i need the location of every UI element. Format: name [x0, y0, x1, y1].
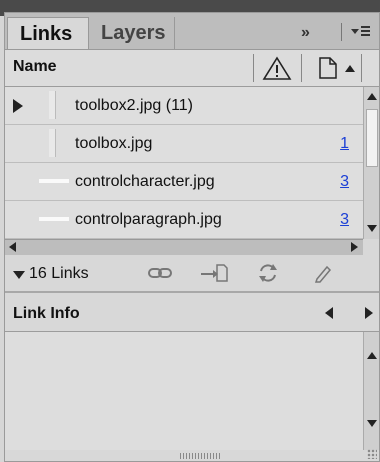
next-link-icon[interactable]: [365, 307, 373, 319]
link-filename: toolbox.jpg: [75, 135, 153, 152]
scroll-down-icon[interactable]: [367, 225, 377, 232]
thumbnail-icon: [39, 217, 69, 221]
column-separator: [301, 54, 302, 82]
column-header: Name: [5, 50, 379, 87]
scroll-up-icon[interactable]: [367, 352, 377, 359]
disclosure-triangle-icon[interactable]: [13, 99, 23, 113]
page-count-link[interactable]: 3: [340, 173, 349, 191]
resize-corner[interactable]: [367, 449, 377, 459]
link-info-body: [5, 332, 363, 450]
list-item[interactable]: controlcharacter.jpg 3: [5, 163, 363, 201]
link-filename: toolbox2.jpg (11): [75, 97, 193, 114]
panel-menu-button[interactable]: [349, 21, 371, 45]
links-toolbar: 16 Links: [5, 255, 379, 293]
expand-panel-button[interactable]: »: [301, 21, 310, 45]
collapse-triangle-icon[interactable]: [13, 271, 25, 279]
list-item[interactable]: toolbox.jpg 1: [5, 125, 363, 163]
sort-button[interactable]: [343, 64, 357, 74]
list-horizontal-scrollbar[interactable]: [5, 239, 363, 255]
list-vertical-scrollbar[interactable]: [363, 87, 379, 239]
link-filename: controlparagraph.jpg: [75, 211, 222, 228]
links-panel: Links Layers » Name toolbox2.jpg (11) to…: [4, 12, 380, 462]
list-item[interactable]: toolbox2.jpg (11): [5, 87, 363, 125]
tab-links[interactable]: Links: [7, 17, 89, 49]
scroll-thumb[interactable]: [366, 109, 378, 167]
thumbnail-icon: [39, 179, 69, 183]
previous-link-icon[interactable]: [325, 307, 333, 319]
chain-link-icon: [148, 268, 172, 278]
relink-icon: [259, 264, 277, 282]
update-link-button[interactable]: [255, 261, 281, 285]
link-filename: controlcharacter.jpg: [75, 173, 215, 190]
links-list: toolbox2.jpg (11) toolbox.jpg 1 controlc…: [5, 87, 363, 239]
page-icon: [319, 57, 337, 79]
scroll-left-icon[interactable]: [9, 242, 16, 252]
scroll-down-icon[interactable]: [367, 420, 377, 427]
tabbar-divider: [341, 23, 342, 41]
scroll-right-icon[interactable]: [351, 242, 358, 252]
panel-tab-bar: Links Layers »: [5, 13, 379, 50]
link-info-title: Link Info: [13, 305, 80, 322]
thumbnail-icon: [49, 129, 56, 157]
page-count-link[interactable]: 1: [340, 135, 349, 153]
scroll-up-icon[interactable]: [367, 93, 377, 100]
edit-original-button[interactable]: [311, 261, 335, 285]
page-count-link[interactable]: 3: [340, 211, 349, 229]
status-column-button[interactable]: [259, 54, 295, 82]
panel-menu-icon: [351, 26, 370, 36]
sort-up-icon: [345, 65, 355, 72]
go-to-link-button[interactable]: [197, 261, 231, 285]
link-info-scrollbar[interactable]: [363, 332, 379, 450]
column-separator: [361, 54, 362, 82]
relink-from-cc-button[interactable]: [145, 263, 175, 283]
tab-layers[interactable]: Layers: [89, 17, 175, 49]
page-column-button[interactable]: [315, 55, 341, 81]
list-item[interactable]: controlparagraph.jpg 3: [5, 201, 363, 239]
goto-link-icon: [201, 264, 228, 282]
panel-resize-grip[interactable]: [180, 453, 220, 459]
column-separator: [253, 54, 254, 82]
thumbnail-icon: [49, 91, 56, 119]
links-count: 16 Links: [29, 265, 89, 282]
column-name-header[interactable]: Name: [13, 58, 57, 76]
link-info-header: Link Info: [5, 293, 379, 332]
warning-icon: [262, 56, 292, 80]
edit-original-icon: [314, 265, 332, 283]
